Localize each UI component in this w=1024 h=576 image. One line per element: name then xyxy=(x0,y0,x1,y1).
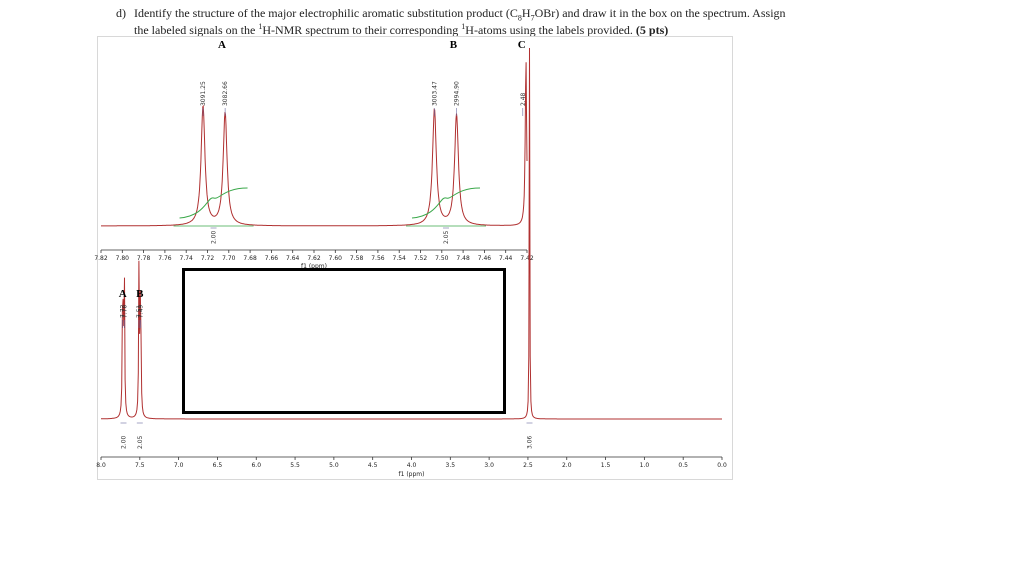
x-tick-label: 7.72 xyxy=(201,255,215,262)
x-tick-label: 5.0 xyxy=(329,462,339,469)
integral-curve xyxy=(411,187,481,219)
integral-curve xyxy=(179,187,248,219)
peak-pick-label: 2994.90 xyxy=(454,81,461,106)
x-tick-label: 7.5 xyxy=(135,462,145,469)
x-tick-label: 7.66 xyxy=(265,255,279,262)
x-tick-label: 7.52 xyxy=(414,255,428,262)
x-tick-label: 7.54 xyxy=(393,255,407,262)
x-tick-label: 4.0 xyxy=(407,462,417,469)
x-tick-label: 7.56 xyxy=(371,255,385,262)
x-tick-label: 7.44 xyxy=(499,255,513,262)
peak-pick-label: 7.49 xyxy=(138,304,145,318)
x-tick-label: 7.76 xyxy=(158,255,172,262)
x-tick-label: 4.5 xyxy=(368,462,378,469)
x-tick-label: 7.0 xyxy=(174,462,184,469)
x-tick-label: 0.0 xyxy=(717,462,727,469)
signal-label-b: B xyxy=(450,39,458,51)
x-tick-label: 3.5 xyxy=(446,462,456,469)
signal-label-c: C xyxy=(518,39,526,51)
x-tick-label: 7.60 xyxy=(329,255,343,262)
peak-pick-label: 3091.25 xyxy=(200,81,207,106)
x-tick-label: 7.62 xyxy=(307,255,321,262)
signal-label-a: A xyxy=(218,39,226,51)
x-tick-label: 7.50 xyxy=(435,255,449,262)
x-tick-label: 2.5 xyxy=(523,462,533,469)
x-tick-label: 5.5 xyxy=(290,462,300,469)
x-tick-label: 7.58 xyxy=(350,255,364,262)
nmr-spectrum-plot: 7.82 7.80 7.78 7.76 7.74 7.72 7.70 7.68 7.66 7.64… xyxy=(94,39,727,478)
peak-pick-label: 3082.66 xyxy=(222,81,229,106)
peak-pick-label: 2.48 xyxy=(520,92,527,106)
x-tick-label: 1.5 xyxy=(601,462,611,469)
x-tick-label: 2.0 xyxy=(562,462,572,469)
integral-value: 2.00 xyxy=(121,435,128,449)
x-tick-label: 8.0 xyxy=(96,462,106,469)
integral-value: 2.00 xyxy=(211,230,218,244)
x-tick-label: 0.5 xyxy=(678,462,688,469)
x-tick-label: 7.68 xyxy=(243,255,257,262)
x-tick-label: 3.0 xyxy=(484,462,494,469)
x-tick-label: 7.46 xyxy=(478,255,492,262)
x-tick-label: 7.70 xyxy=(222,255,236,262)
x-tick-label: 7.42 xyxy=(520,255,534,262)
peak-pick-label: 3003.47 xyxy=(431,81,438,106)
x-tick-label: 7.74 xyxy=(180,255,194,262)
x-tick-label: 7.48 xyxy=(456,255,470,262)
x-tick-label: 6.5 xyxy=(213,462,223,469)
integral-value: 2.05 xyxy=(443,230,450,244)
signal-label-b: B xyxy=(136,288,144,300)
integral-value: 3.06 xyxy=(526,435,533,449)
x-tick-label: 7.82 xyxy=(94,255,108,262)
peak-pick-label: 7.70 xyxy=(121,304,128,318)
integral-value: 2.05 xyxy=(137,435,144,449)
x-tick-label: 1.0 xyxy=(640,462,650,469)
x-axis-label: f1 (ppm) xyxy=(399,471,425,478)
structure-drawing-box[interactable] xyxy=(182,268,506,414)
x-tick-label: 7.80 xyxy=(116,255,130,262)
x-tick-label: 6.0 xyxy=(251,462,261,469)
x-tick-label: 7.64 xyxy=(286,255,300,262)
spectrum-trace-1 xyxy=(101,62,528,227)
signal-label-a: A xyxy=(119,288,127,300)
